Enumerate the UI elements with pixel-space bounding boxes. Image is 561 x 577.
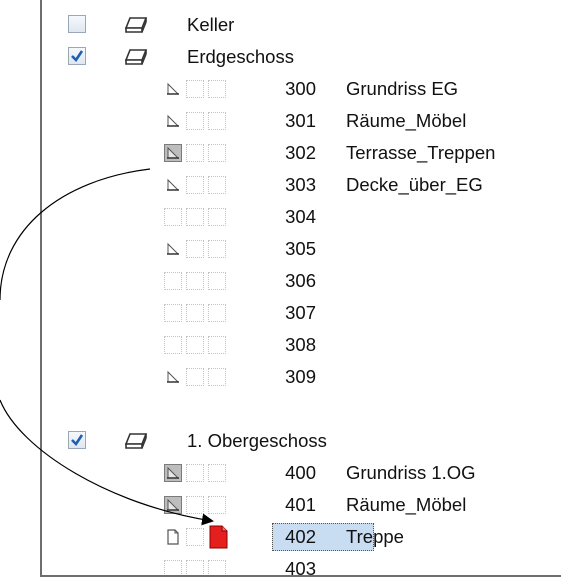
item-name: Treppe bbox=[346, 526, 404, 547]
icon-slot bbox=[208, 112, 226, 130]
item-name: Räume_Möbel bbox=[346, 494, 467, 515]
icon-slot bbox=[208, 464, 226, 482]
icon-slot bbox=[186, 80, 204, 98]
plan-icon bbox=[164, 80, 182, 98]
plan-icon bbox=[164, 240, 182, 258]
screenshot-frame: Keller Erdgeschoss 300 Grundriss EG 301 Räu… bbox=[0, 0, 561, 577]
tree-group-erdgeschoss[interactable]: Erdgeschoss bbox=[42, 41, 561, 73]
group-label-erdgeschoss: Erdgeschoss bbox=[187, 46, 294, 67]
checkmark-icon bbox=[71, 50, 84, 63]
icon-slot bbox=[164, 560, 182, 575]
item-number: 309 bbox=[285, 366, 316, 387]
icon-slot bbox=[208, 272, 226, 290]
item-number: 308 bbox=[285, 334, 316, 355]
item-number: 401 bbox=[285, 494, 316, 515]
icon-slot bbox=[186, 496, 204, 514]
icon-slot bbox=[186, 144, 204, 162]
plan-filled-icon bbox=[164, 144, 182, 162]
icon-slot bbox=[208, 208, 226, 226]
tree-group-obergeschoss[interactable]: 1. Obergeschoss bbox=[42, 425, 561, 457]
icon-slot bbox=[186, 272, 204, 290]
icon-slot bbox=[208, 80, 226, 98]
item-number: 305 bbox=[285, 238, 316, 259]
item-number: 304 bbox=[285, 206, 316, 227]
icon-slot bbox=[186, 208, 204, 226]
tree-item-302[interactable]: 302 Terrasse_Treppen bbox=[42, 137, 561, 169]
item-number: 300 bbox=[285, 78, 316, 99]
tree-group-keller[interactable]: Keller bbox=[42, 9, 561, 41]
icon-slot bbox=[186, 368, 204, 386]
icon-slot bbox=[208, 496, 226, 514]
icon-slot bbox=[186, 240, 204, 258]
icon-slot bbox=[208, 560, 226, 575]
tree-item-403[interactable]: 403 bbox=[42, 553, 561, 577]
tree-item-401[interactable]: 401 Räume_Möbel bbox=[42, 489, 561, 521]
icon-slot bbox=[186, 336, 204, 354]
icon-slot bbox=[186, 304, 204, 322]
icon-slot bbox=[164, 336, 182, 354]
icon-slot bbox=[164, 208, 182, 226]
layer-icon bbox=[124, 433, 148, 449]
group-label-keller: Keller bbox=[187, 14, 235, 35]
item-number: 301 bbox=[285, 110, 316, 131]
icon-slot bbox=[208, 368, 226, 386]
icon-slot bbox=[208, 176, 226, 194]
layer-checkbox-obergeschoss[interactable] bbox=[68, 431, 86, 449]
item-name: Grundriss 1.OG bbox=[346, 462, 476, 483]
tree-item-308[interactable]: 308 bbox=[42, 329, 561, 361]
item-number: 307 bbox=[285, 302, 316, 323]
icon-slot bbox=[186, 560, 204, 575]
group-label-obergeschoss: 1. Obergeschoss bbox=[187, 430, 327, 451]
tree-item-305[interactable]: 305 bbox=[42, 233, 561, 265]
tree-item-400[interactable]: 400 Grundriss 1.OG bbox=[42, 457, 561, 489]
tree-item-307[interactable]: 307 bbox=[42, 297, 561, 329]
layer-checkbox-erdgeschoss[interactable] bbox=[68, 47, 86, 65]
item-name: Räume_Möbel bbox=[346, 110, 467, 131]
document-icon bbox=[164, 528, 182, 546]
item-number: 302 bbox=[285, 142, 316, 163]
item-number: 402 bbox=[285, 526, 316, 547]
icon-slot bbox=[164, 304, 182, 322]
icon-slot bbox=[208, 304, 226, 322]
tree-item-402[interactable]: 402 Treppe bbox=[42, 521, 561, 553]
item-number: 403 bbox=[285, 558, 316, 577]
tree-item-304[interactable]: 304 bbox=[42, 201, 561, 233]
red-sheet-icon bbox=[208, 525, 228, 549]
plan-icon bbox=[164, 176, 182, 194]
tree-item-303[interactable]: 303 Decke_über_EG bbox=[42, 169, 561, 201]
plan-icon bbox=[164, 368, 182, 386]
layer-icon bbox=[124, 49, 148, 65]
tree-item-301[interactable]: 301 Räume_Möbel bbox=[42, 105, 561, 137]
icon-slot bbox=[186, 464, 204, 482]
icon-slot bbox=[208, 240, 226, 258]
plan-icon bbox=[164, 112, 182, 130]
tree-item-309[interactable]: 309 bbox=[42, 361, 561, 393]
item-number: 306 bbox=[285, 270, 316, 291]
plan-filled-icon bbox=[164, 496, 182, 514]
item-name: Terrasse_Treppen bbox=[346, 142, 496, 163]
checkmark-icon bbox=[71, 434, 84, 447]
layer-checkbox-keller[interactable] bbox=[68, 15, 86, 33]
tree-item-306[interactable]: 306 bbox=[42, 265, 561, 297]
plan-filled-icon bbox=[164, 464, 182, 482]
item-number: 400 bbox=[285, 462, 316, 483]
item-name: Grundriss EG bbox=[346, 78, 459, 99]
layer-icon bbox=[124, 17, 148, 33]
icon-slot bbox=[208, 336, 226, 354]
layer-tree-panel: Keller Erdgeschoss 300 Grundriss EG 301 Räu… bbox=[40, 0, 561, 577]
icon-slot bbox=[186, 528, 204, 546]
icon-slot bbox=[164, 272, 182, 290]
tree-item-300[interactable]: 300 Grundriss EG bbox=[42, 73, 561, 105]
icon-slot bbox=[186, 176, 204, 194]
icon-slot bbox=[208, 144, 226, 162]
item-name: Decke_über_EG bbox=[346, 174, 483, 195]
icon-slot bbox=[186, 112, 204, 130]
item-number: 303 bbox=[285, 174, 316, 195]
